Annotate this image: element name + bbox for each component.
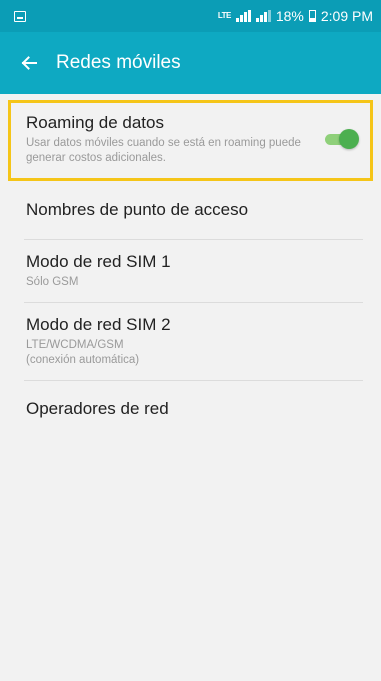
- mobile-networks-screen: LTE 18% 2:09 PM Redes móviles Roaming de…: [0, 0, 381, 681]
- battery-percent: 18%: [275, 8, 304, 24]
- sim1-network-mode-setting[interactable]: Modo de red SIM 1 Sólo GSM: [8, 239, 373, 302]
- apn-title: Nombres de punto de acceso: [26, 200, 249, 219]
- status-time: 2:09 PM: [320, 8, 373, 24]
- sim2-title: Modo de red SIM 2: [26, 315, 171, 334]
- sim1-title: Modo de red SIM 1: [26, 252, 171, 271]
- network-type-label: LTE: [217, 11, 232, 20]
- toggle-thumb: [339, 129, 359, 149]
- screenshot-icon: [14, 10, 26, 22]
- app-bar: Redes móviles: [0, 32, 381, 94]
- sim2-summary-line2: (conexión automática): [26, 354, 140, 366]
- sim2-signal-icon: [255, 10, 271, 22]
- roaming-summary: Usar datos móviles cuando se está en roa…: [26, 137, 301, 164]
- apn-setting[interactable]: Nombres de punto de acceso: [8, 181, 373, 239]
- operators-title: Operadores de red: [26, 399, 169, 418]
- status-bar: LTE 18% 2:09 PM: [0, 0, 381, 32]
- page-title: Redes móviles: [56, 52, 181, 73]
- roaming-toggle[interactable]: [323, 128, 359, 150]
- roaming-title: Roaming de datos: [26, 113, 164, 132]
- sim2-summary-line1: LTE/WCDMA/GSM: [26, 339, 124, 351]
- sim1-signal-icon: [235, 10, 251, 22]
- sim1-summary: Sólo GSM: [26, 276, 79, 288]
- arrow-left-icon[interactable]: [18, 52, 40, 74]
- settings-list: Roaming de datos Usar datos móviles cuan…: [0, 94, 381, 438]
- network-operators-setting[interactable]: Operadores de red: [8, 380, 373, 438]
- roaming-setting[interactable]: Roaming de datos Usar datos móviles cuan…: [8, 100, 373, 181]
- battery-icon: [308, 10, 316, 22]
- sim2-network-mode-setting[interactable]: Modo de red SIM 2 LTE/WCDMA/GSM (conexió…: [8, 302, 373, 380]
